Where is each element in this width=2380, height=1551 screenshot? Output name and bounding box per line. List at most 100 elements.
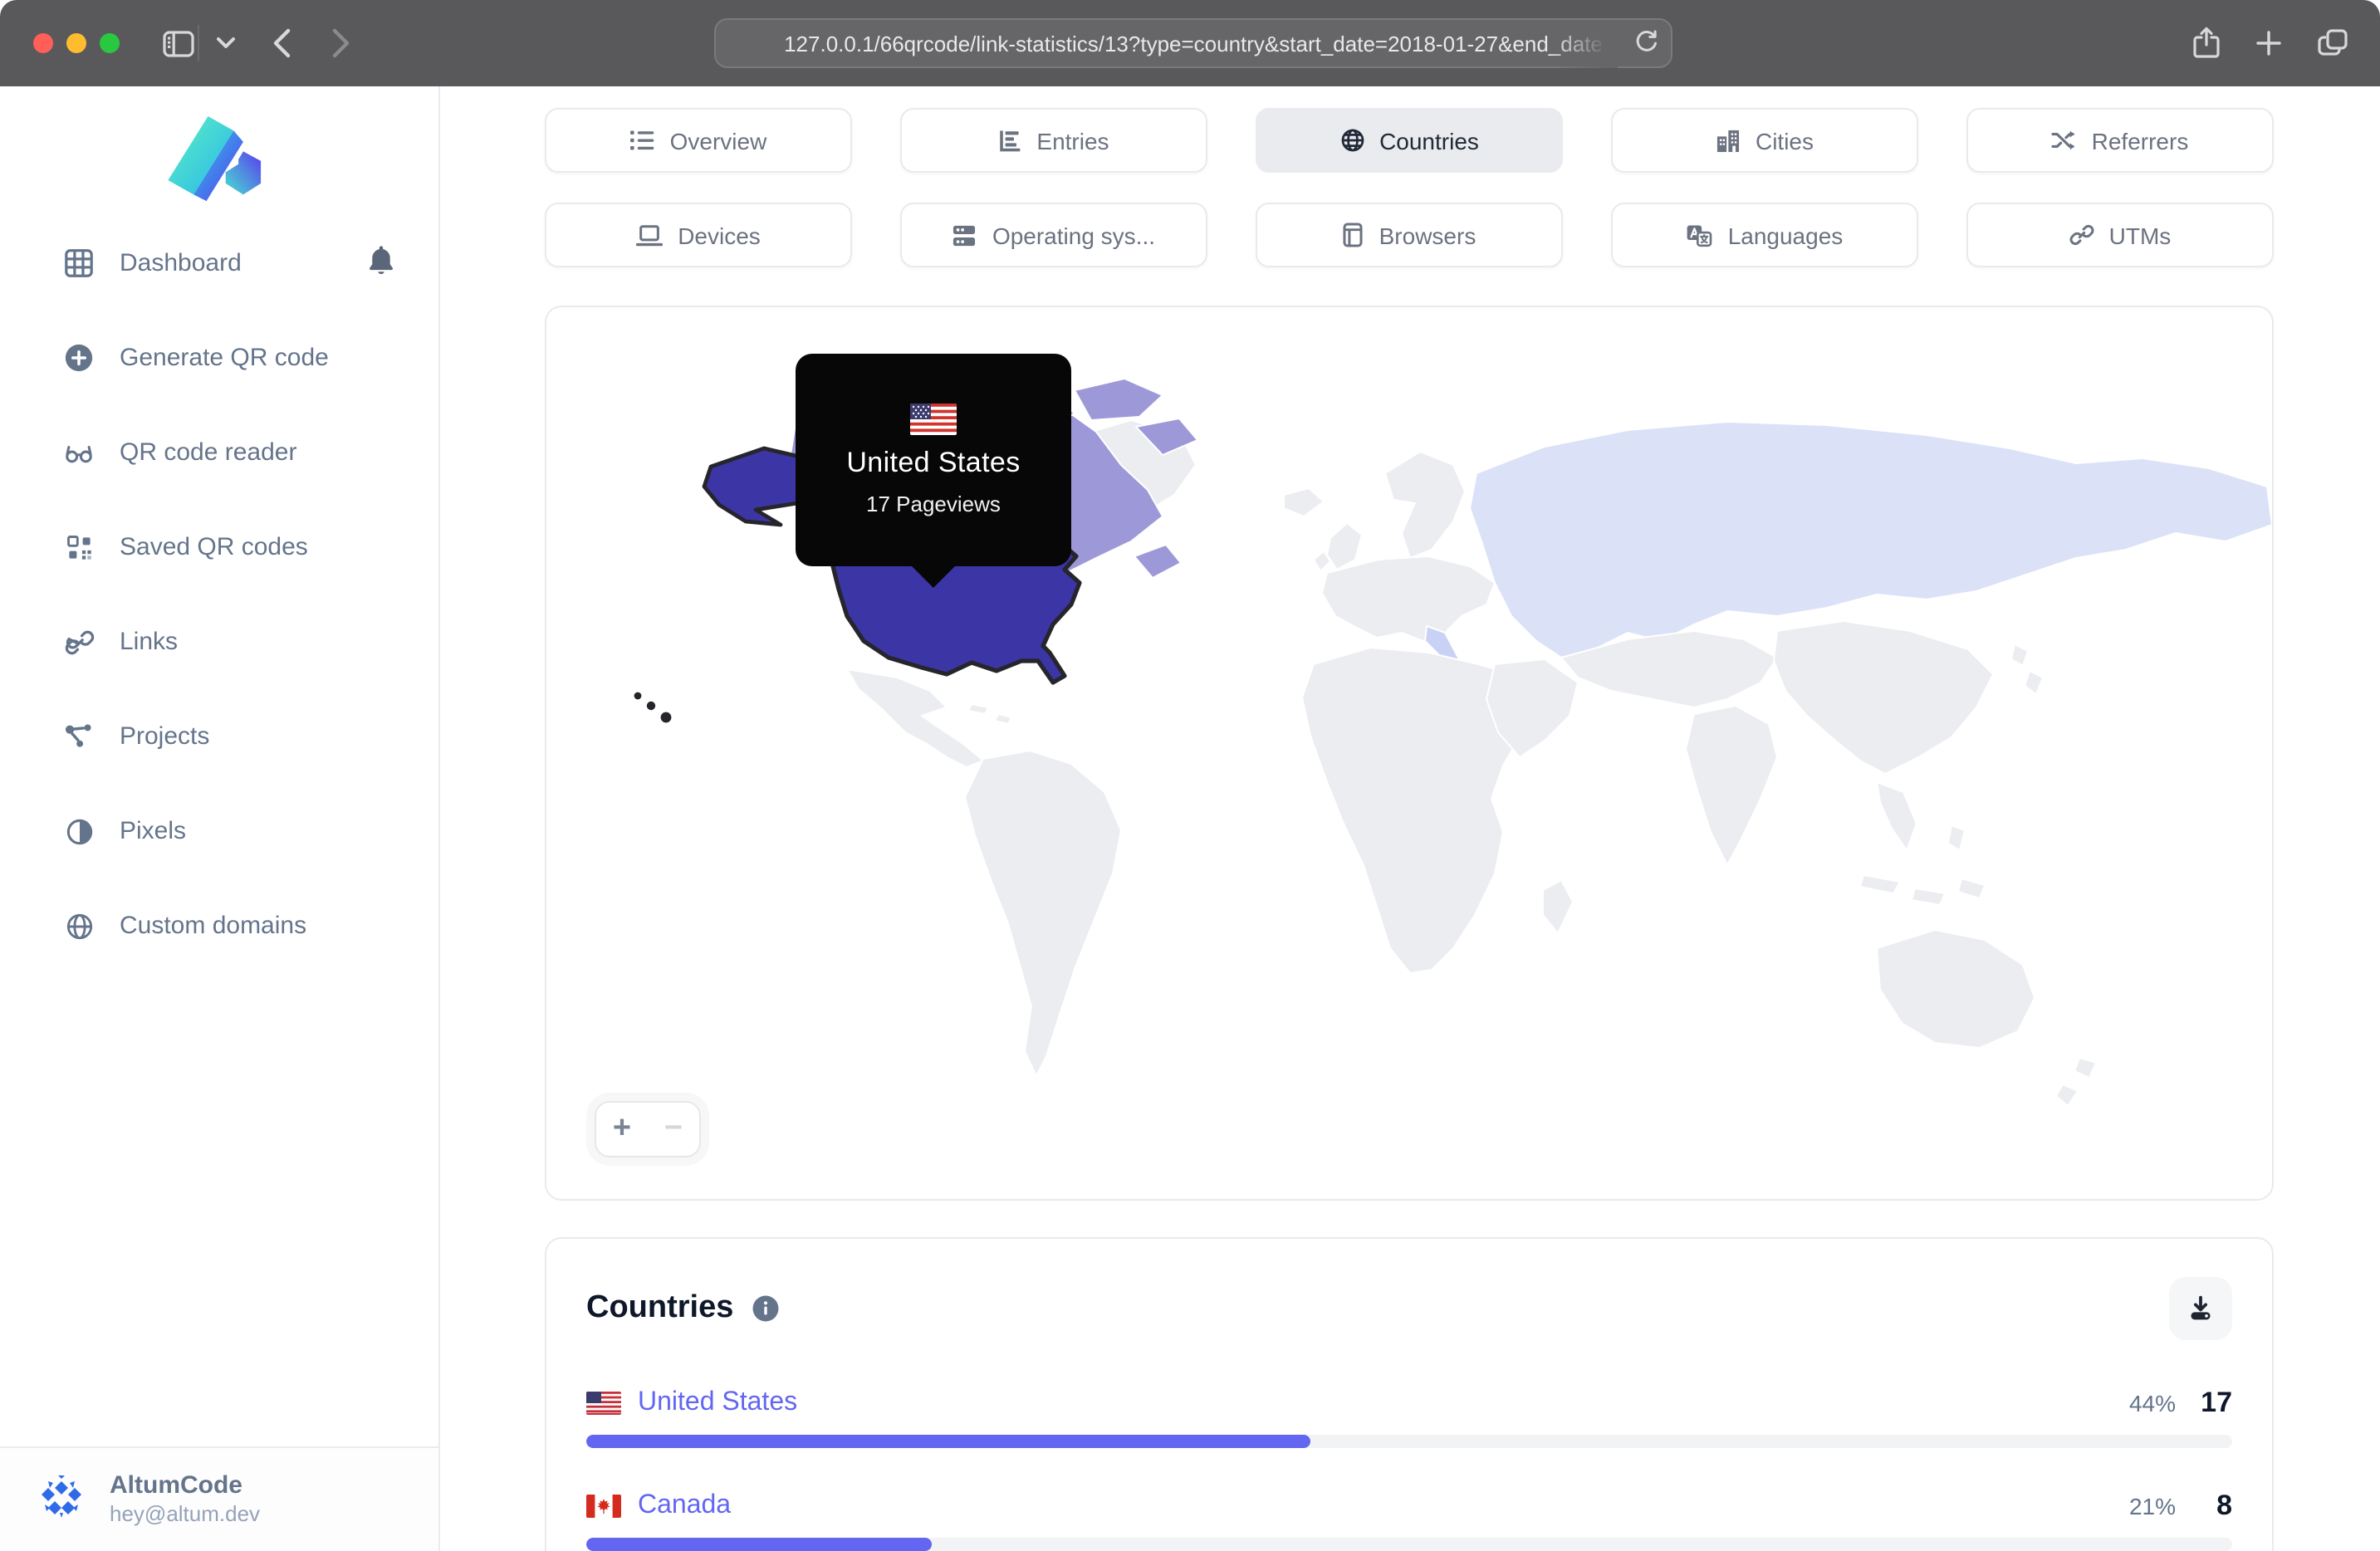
reload-icon[interactable] bbox=[1634, 28, 1659, 63]
country-progress-fill bbox=[586, 1435, 1311, 1448]
grid-icon bbox=[63, 247, 95, 279]
country-count: 8 bbox=[2216, 1490, 2232, 1521]
sidebar-item-generate-qr[interactable]: Generate QR code bbox=[0, 311, 438, 405]
link-icon bbox=[63, 626, 95, 658]
tab-label: Cities bbox=[1755, 127, 1814, 154]
sidebar-item-saved-qr[interactable]: Saved QR codes bbox=[0, 500, 438, 594]
browser-window: 127.0.0.1/66qrcode/link-statistics/13?ty… bbox=[0, 0, 2380, 1551]
back-icon[interactable] bbox=[261, 23, 301, 63]
tab-languages[interactable]: Languages bbox=[1611, 203, 1918, 267]
main-content: Overview Entries Countries Cities Referr… bbox=[440, 86, 2380, 1551]
browser-icon bbox=[1344, 223, 1364, 247]
shuffle-icon bbox=[2052, 130, 2075, 150]
new-tab-icon[interactable] bbox=[2249, 23, 2289, 63]
sidebar-item-pixels[interactable]: Pixels bbox=[0, 784, 438, 878]
tab-browsers[interactable]: Browsers bbox=[1256, 203, 1563, 267]
country-row: United States 44% 17 bbox=[586, 1387, 2232, 1448]
countries-title: Countries bbox=[586, 1290, 734, 1325]
country-progress-track bbox=[586, 1435, 2232, 1448]
sidebar-item-label: Generate QR code bbox=[120, 344, 329, 372]
tab-label: Overview bbox=[669, 127, 767, 154]
building-icon bbox=[1716, 129, 1740, 152]
list-icon bbox=[630, 130, 654, 150]
user-email: hey@altum.dev bbox=[110, 1501, 261, 1527]
tooltip-pageviews: 17 Pageviews bbox=[866, 492, 1001, 516]
world-map-card: United States 17 Pageviews + − bbox=[545, 306, 2274, 1201]
nodes-icon bbox=[63, 721, 95, 752]
contrast-icon bbox=[63, 815, 95, 847]
country-link[interactable]: United States bbox=[638, 1388, 797, 1418]
info-icon[interactable] bbox=[750, 1294, 780, 1323]
tab-label: Entries bbox=[1036, 127, 1109, 154]
sidebar-nav: Dashboard Generate QR code QR code reade… bbox=[0, 216, 438, 973]
us-flag-icon bbox=[910, 404, 957, 435]
country-progress-track bbox=[586, 1538, 2232, 1551]
toolbar-divider bbox=[198, 25, 199, 61]
user-account[interactable]: AltumCode hey@altum.dev bbox=[0, 1446, 438, 1551]
tab-label: Browsers bbox=[1379, 222, 1476, 248]
sidebar-item-label: Links bbox=[120, 628, 179, 656]
statistics-tabs: Overview Entries Countries Cities Referr… bbox=[545, 108, 2274, 267]
user-name: AltumCode bbox=[110, 1470, 242, 1500]
qr-icon bbox=[63, 531, 95, 563]
sidebar-item-dashboard[interactable]: Dashboard bbox=[0, 216, 438, 311]
url-text: 127.0.0.1/66qrcode/link-statistics/13?ty… bbox=[784, 31, 1603, 56]
canada-flag-icon bbox=[586, 1495, 621, 1518]
sidebar-toggle-icon[interactable] bbox=[158, 23, 198, 63]
us-flag-icon bbox=[586, 1392, 621, 1415]
tab-cities[interactable]: Cities bbox=[1611, 108, 1918, 173]
countries-card: Countries United States 44% 17 Canada 21… bbox=[545, 1237, 2274, 1551]
tab-operating-systems[interactable]: Operating sys... bbox=[900, 203, 1207, 267]
sidebar-item-projects[interactable]: Projects bbox=[0, 689, 438, 784]
tab-label: Referrers bbox=[2091, 127, 2189, 154]
tab-overview[interactable]: Overview bbox=[545, 108, 852, 173]
server-icon bbox=[953, 224, 977, 246]
country-link[interactable]: Canada bbox=[638, 1491, 731, 1521]
minimize-window-button[interactable] bbox=[66, 33, 86, 53]
tab-countries[interactable]: Countries bbox=[1256, 108, 1563, 173]
sidebar-item-qr-reader[interactable]: QR code reader bbox=[0, 405, 438, 500]
map-zoom-control: + − bbox=[595, 1101, 701, 1157]
bell-icon[interactable] bbox=[367, 244, 395, 282]
chevron-down-icon[interactable] bbox=[206, 23, 246, 63]
app-logo[interactable] bbox=[168, 116, 271, 203]
browser-toolbar: 127.0.0.1/66qrcode/link-statistics/13?ty… bbox=[0, 0, 2380, 86]
tab-overview-icon[interactable] bbox=[2312, 23, 2352, 63]
sidebar-item-custom-domains[interactable]: Custom domains bbox=[0, 878, 438, 973]
country-percent: 21% bbox=[2128, 1493, 2176, 1519]
sidebar-item-label: Saved QR codes bbox=[120, 533, 308, 561]
tab-devices[interactable]: Devices bbox=[545, 203, 852, 267]
share-icon[interactable] bbox=[2186, 23, 2226, 63]
tab-label: Devices bbox=[678, 222, 761, 248]
country-russia bbox=[1469, 421, 2272, 658]
sidebar-item-label: Projects bbox=[120, 722, 210, 751]
laptop-icon bbox=[636, 224, 664, 246]
country-row: Canada 21% 8 bbox=[586, 1490, 2232, 1551]
url-bar[interactable]: 127.0.0.1/66qrcode/link-statistics/13?ty… bbox=[714, 18, 1672, 68]
country-progress-fill bbox=[586, 1538, 933, 1551]
tab-entries[interactable]: Entries bbox=[900, 108, 1207, 173]
chart-icon bbox=[1000, 130, 1021, 151]
download-button[interactable] bbox=[2169, 1277, 2232, 1340]
zoom-in-button[interactable]: + bbox=[596, 1103, 648, 1156]
globe-icon bbox=[1340, 129, 1364, 152]
zoom-out-button[interactable]: − bbox=[648, 1103, 699, 1156]
country-count: 17 bbox=[2201, 1387, 2232, 1418]
plus-circle-icon bbox=[63, 342, 95, 374]
avatar bbox=[42, 1475, 81, 1518]
tab-utms[interactable]: UTMs bbox=[1966, 203, 2274, 267]
tab-label: Operating sys... bbox=[992, 222, 1156, 248]
countries-list: United States 44% 17 Canada 21% 8 bbox=[586, 1387, 2232, 1551]
globe-icon bbox=[63, 910, 95, 942]
close-window-button[interactable] bbox=[33, 33, 53, 53]
forward-icon[interactable] bbox=[321, 23, 360, 63]
country-percent: 44% bbox=[2128, 1390, 2176, 1416]
zoom-window-button[interactable] bbox=[100, 33, 120, 53]
tooltip-country: United States bbox=[846, 447, 1021, 478]
tab-referrers[interactable]: Referrers bbox=[1966, 108, 2274, 173]
tab-label: Countries bbox=[1379, 127, 1479, 154]
sidebar-item-label: Custom domains bbox=[120, 912, 307, 940]
language-icon bbox=[1687, 224, 1712, 247]
map-tooltip: United States 17 Pageviews bbox=[796, 354, 1071, 566]
sidebar-item-links[interactable]: Links bbox=[0, 594, 438, 689]
